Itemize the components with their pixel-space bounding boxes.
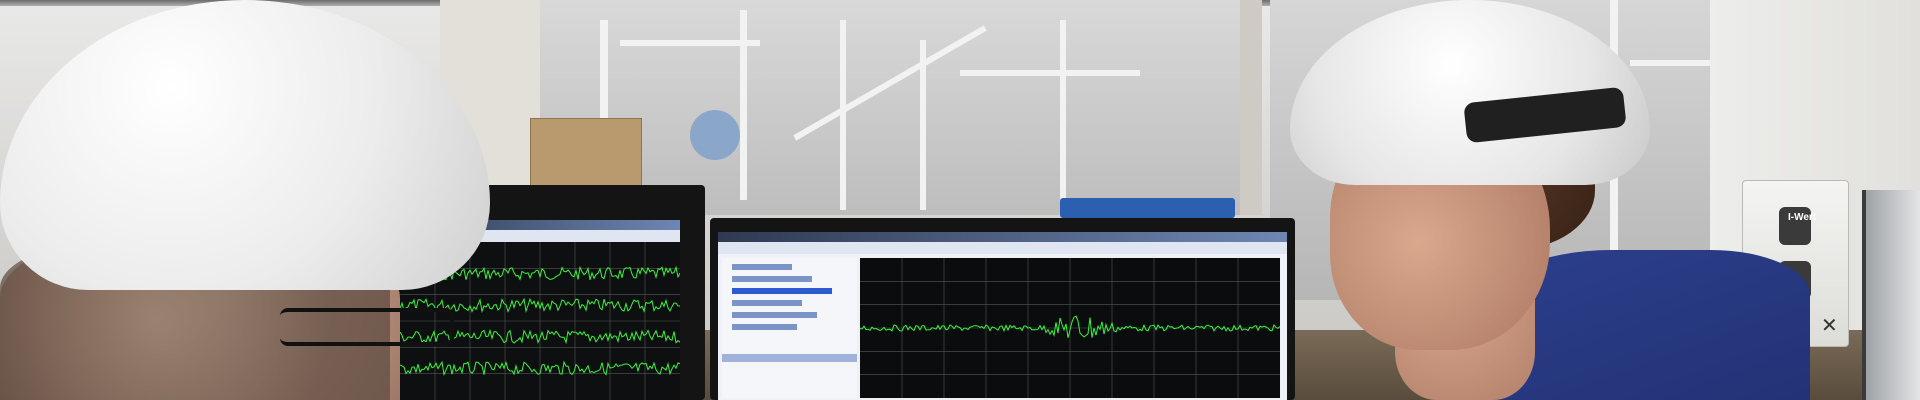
waveform-chart-center <box>859 258 1281 398</box>
panel-header <box>722 354 857 362</box>
plaque-label: I-Wert <box>1788 212 1817 223</box>
center-monitor <box>710 218 1295 400</box>
window-toolbar <box>718 242 1287 254</box>
pipe <box>740 10 747 200</box>
pipe <box>1060 20 1066 210</box>
pipe <box>1630 60 1720 66</box>
stair-rail <box>793 25 987 141</box>
tree-item-selected[interactable] <box>732 288 832 294</box>
tree-item[interactable] <box>732 312 817 318</box>
glasses <box>280 308 454 346</box>
channel-tree[interactable] <box>722 258 857 398</box>
pipe <box>620 40 760 46</box>
tree-item[interactable] <box>732 276 812 282</box>
blue-tray <box>1060 198 1235 218</box>
center-screen <box>718 232 1287 400</box>
monitor-edge <box>1862 190 1920 400</box>
tools-icon: ✕ <box>1821 315 1838 337</box>
tree-item[interactable] <box>732 300 802 306</box>
tree-item[interactable] <box>732 264 792 270</box>
pillar <box>1240 0 1262 215</box>
pipe <box>960 70 1140 76</box>
tank <box>690 110 740 160</box>
cardboard-box <box>530 118 642 190</box>
window-titlebar <box>718 232 1287 242</box>
tree-item[interactable] <box>732 324 797 330</box>
pipe <box>840 20 846 210</box>
plant-window <box>540 0 1240 215</box>
photo-scene: ⏻ i ✕ I-Wert <box>0 0 1920 400</box>
hard-hat-icon <box>0 0 490 290</box>
chart-area <box>859 258 1281 398</box>
pipe <box>920 40 926 210</box>
